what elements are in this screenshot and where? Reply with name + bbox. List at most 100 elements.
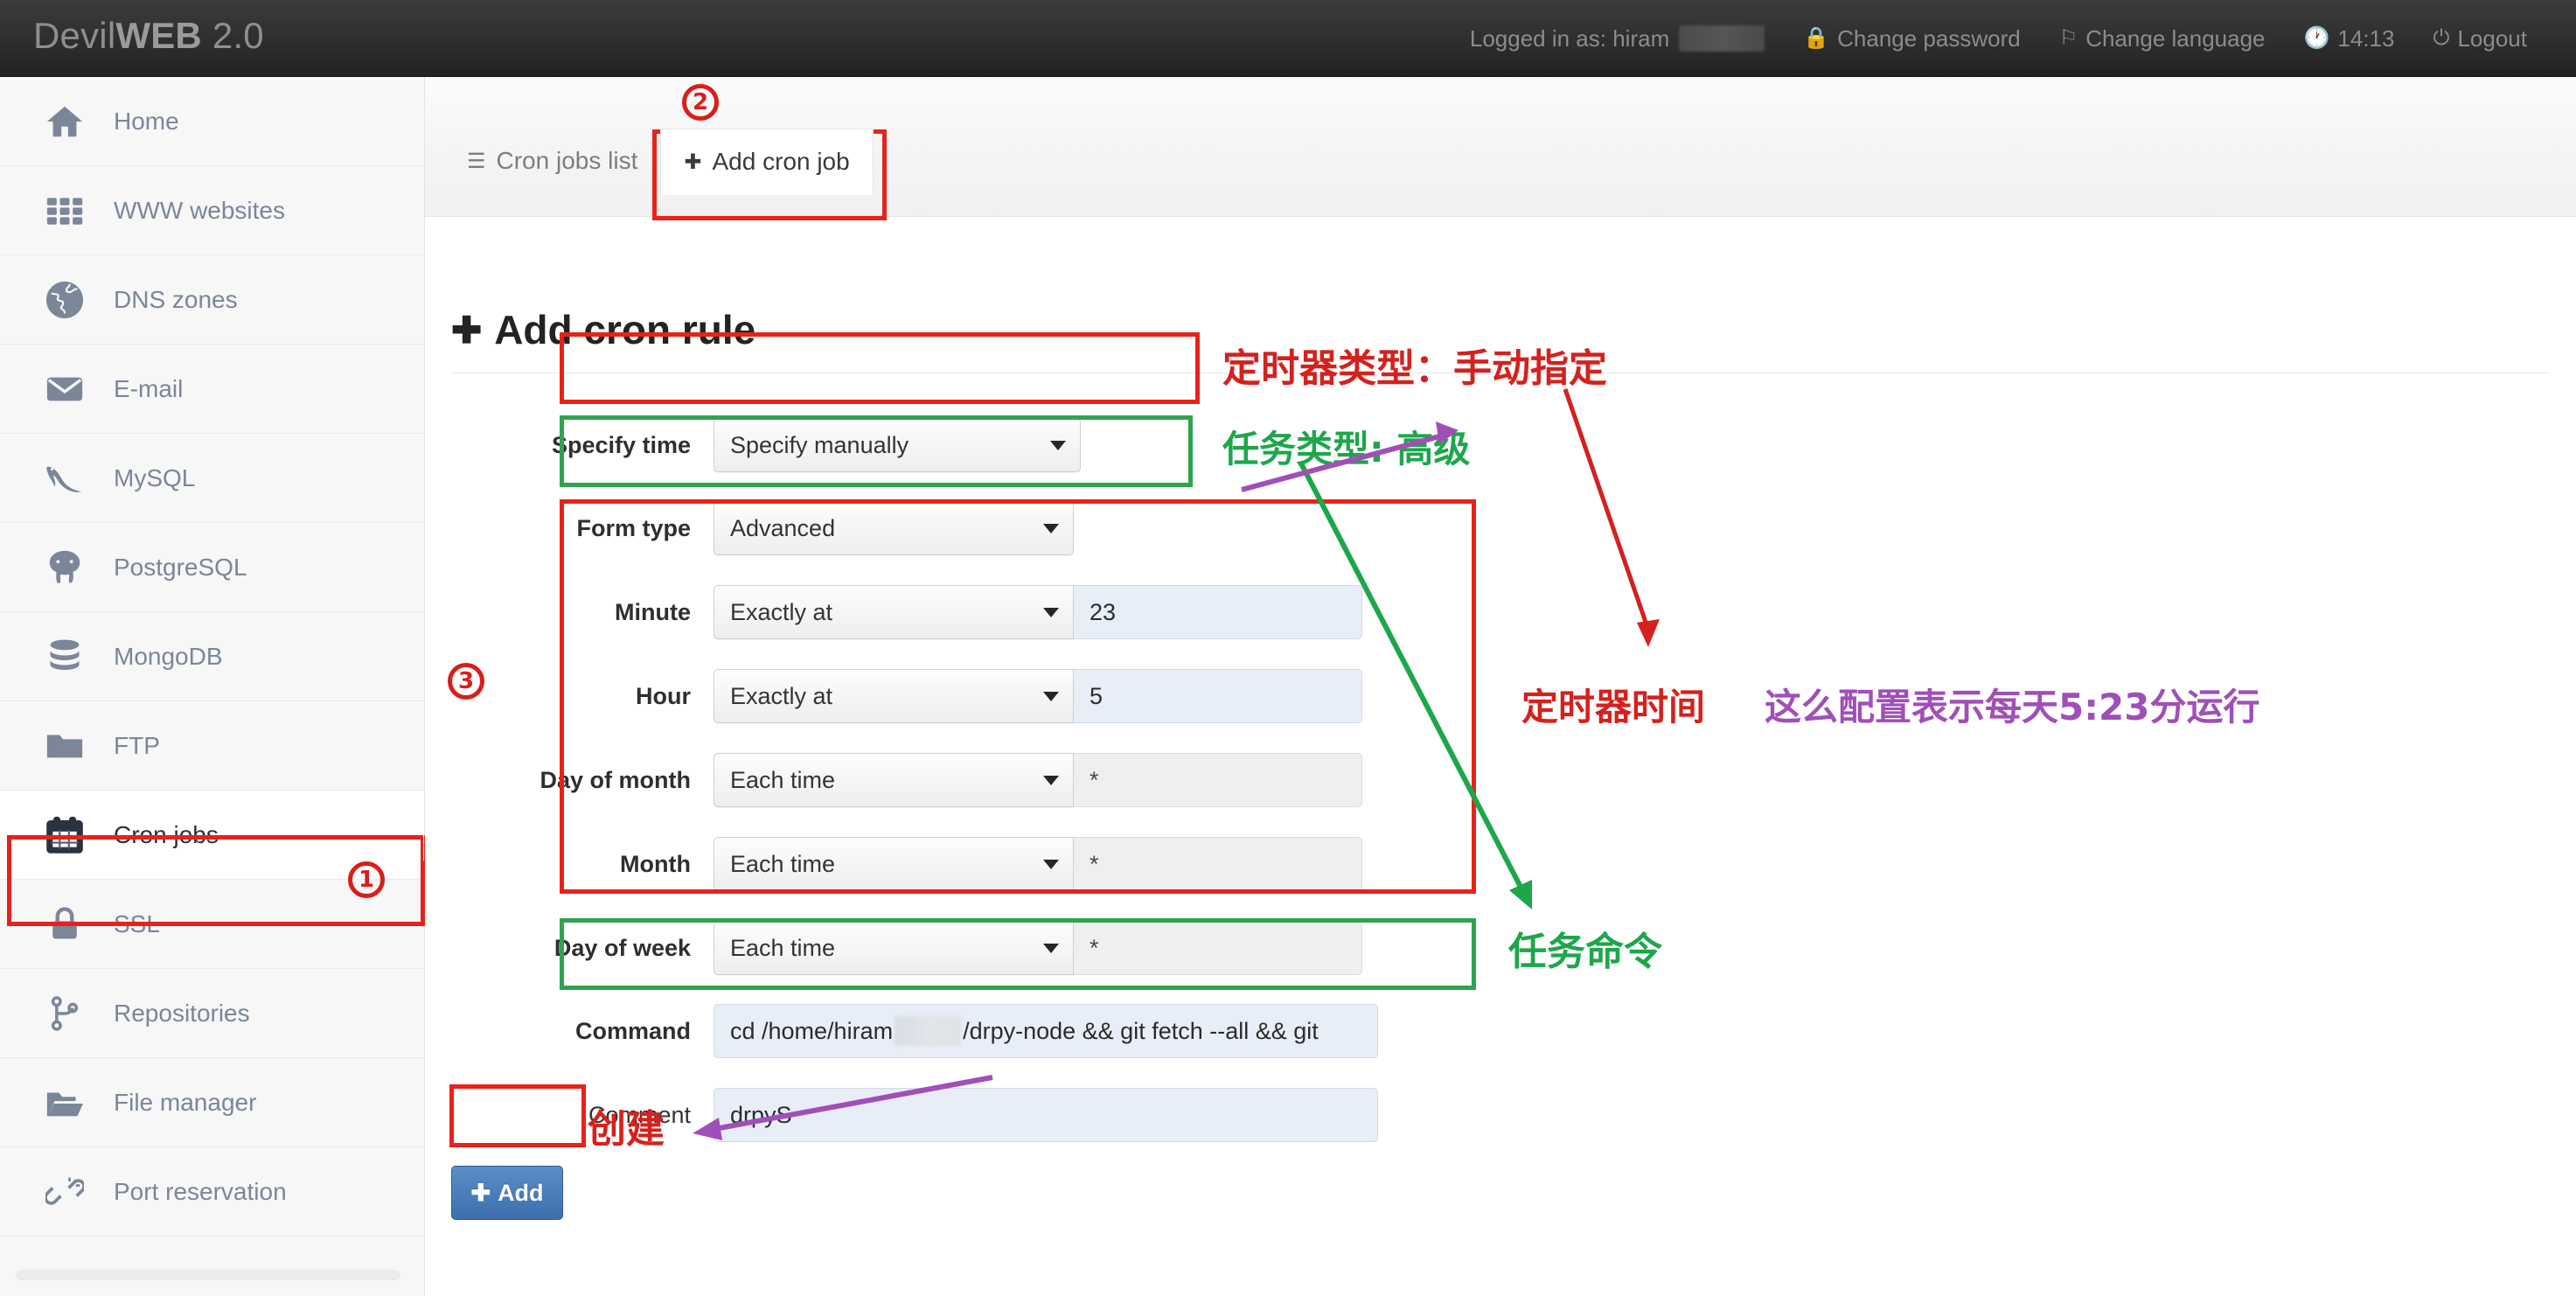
select-form-type-value: Advanced [730, 514, 836, 541]
input-hour-value[interactable]: 5 [1074, 669, 1362, 723]
select-hour-mode[interactable]: Exactly at [714, 669, 1074, 723]
command-redaction [895, 1016, 962, 1046]
label-hour: Hour [636, 682, 691, 709]
select-specify-time[interactable]: Specify manually [714, 418, 1081, 472]
select-minute-mode[interactable]: Exactly at [714, 585, 1074, 639]
chevron-down-icon [1043, 607, 1059, 617]
grid-icon [42, 188, 87, 233]
clock-label: 14:13 [2337, 25, 2395, 52]
sidebar-item-mysql[interactable]: MySQL [0, 434, 424, 523]
sidebar-item-www-websites[interactable]: WWW websites [0, 166, 424, 255]
sidebar-item-dns-zones[interactable]: DNS zones [0, 255, 424, 345]
note-timer-time: 定时器时间 [1521, 686, 1706, 728]
step-marker-2: 2 [682, 84, 719, 121]
select-day-of-month-mode-value: Each time [730, 766, 836, 793]
username-redaction [1679, 25, 1765, 52]
sidebar-label-repositories: Repositories [114, 999, 250, 1027]
header-nav: Logged in as: hiram 🔒 Change password ⚐ … [1451, 0, 2546, 77]
calendar-icon [42, 812, 87, 858]
select-specify-time-value: Specify manually [730, 431, 909, 458]
sidebar-label-home: Home [114, 107, 179, 135]
logged-in-label: Logged in as: hiram [1469, 25, 1670, 52]
sidebar-item-postgresql[interactable]: PostgreSQL [0, 523, 424, 612]
sidebar-label-ftp: FTP [114, 731, 160, 759]
form-row-day-of-month: Day of month Each time * [451, 753, 1362, 807]
chevron-down-icon [1043, 691, 1059, 701]
server-clock: 🕐 14:13 [2285, 0, 2414, 77]
tab-label-add-cron-job: Add cron job [712, 148, 850, 175]
top-header-bar: DevilWEB 2.0 Logged in as: hiram 🔒 Chang… [0, 0, 2576, 77]
brand-regular: Devil [33, 15, 116, 56]
label-minute: Minute [615, 598, 691, 625]
power-icon: ⏻ [2433, 26, 2450, 50]
note-timer-type: 定时器类型：手动指定 [1222, 346, 1607, 391]
add-button-label: Add [498, 1179, 544, 1206]
input-comment[interactable]: drpyS [714, 1088, 1378, 1142]
sidebar-label-postgresql: PostgreSQL [114, 553, 247, 581]
input-month-value: * [1074, 837, 1362, 891]
logged-in-user: Logged in as: hiram [1451, 0, 1784, 77]
form-row-month: Month Each time * [451, 837, 1362, 891]
flag-icon: ⚐ [2058, 26, 2078, 50]
form-row-minute: Minute Exactly at 23 [451, 585, 1362, 639]
sidebar-item-repositories[interactable]: Repositories [0, 969, 424, 1058]
form-row-form-type: Form type Advanced [451, 501, 1074, 555]
sidebar-label-file-manager: File manager [114, 1088, 257, 1116]
select-day-of-month-mode[interactable]: Each time [714, 753, 1074, 807]
folder-open-icon [42, 1080, 87, 1125]
sidebar-item-email[interactable]: E-mail [0, 345, 424, 434]
form-row-hour: Hour Exactly at 5 [451, 669, 1362, 723]
tab-add-cron-job[interactable]: ✚ Add cron job [660, 129, 874, 195]
sidebar-item-home[interactable]: Home [0, 77, 424, 166]
dolphin-icon [42, 456, 87, 501]
select-hour-mode-value: Exactly at [730, 682, 833, 709]
app-brand[interactable]: DevilWEB 2.0 [33, 15, 264, 57]
folder-icon [42, 723, 87, 769]
step-marker-3: 3 [448, 663, 484, 700]
sidebar-item-ftp[interactable]: FTP [0, 701, 424, 791]
input-day-of-week-value: * [1074, 921, 1362, 975]
clock-icon: 🕐 [2303, 26, 2330, 50]
logout-link[interactable]: ⏻ Logout [2413, 0, 2546, 77]
select-minute-mode-value: Exactly at [730, 598, 833, 625]
sidebar-item-mongodb[interactable]: MongoDB [0, 612, 424, 701]
logout-label: Logout [2457, 25, 2527, 52]
sidebar-label-dns-zones: DNS zones [114, 285, 238, 313]
note-task-command: 任务命令 [1508, 930, 1662, 974]
select-form-type[interactable]: Advanced [714, 501, 1074, 555]
sidebar-label-mysql: MySQL [114, 463, 196, 491]
sidebar-label-www-websites: WWW websites [114, 196, 285, 224]
input-command[interactable]: cd /home/hiram/drpy-node && git fetch --… [714, 1004, 1378, 1058]
padlock-icon [42, 902, 87, 947]
change-language-link[interactable]: ⚐ Change language [2040, 0, 2285, 77]
broken-chain-icon [42, 1169, 87, 1215]
select-day-of-week-mode-value: Each time [730, 934, 836, 961]
chevron-down-icon [1043, 943, 1059, 953]
add-button[interactable]: ✚ Add [451, 1166, 563, 1220]
sidebar-nav[interactable]: Home WWW websites DNS zones E-mail MySQL [0, 77, 425, 1296]
command-prefix: cd /home/hiram [730, 1017, 894, 1044]
label-month: Month [620, 850, 691, 877]
plus-icon: ✚ [684, 150, 702, 174]
select-day-of-week-mode[interactable]: Each time [714, 921, 1074, 975]
select-month-mode[interactable]: Each time [714, 837, 1074, 891]
form-row-specify-time: Specify time Specify manually [451, 418, 1081, 472]
label-comment: Comment [588, 1101, 691, 1128]
envelope-icon [42, 366, 87, 412]
form-row-command: Command cd /home/hiram/drpy-node && git … [451, 1004, 1378, 1058]
chevron-down-icon [1043, 859, 1059, 869]
elephant-icon [42, 545, 87, 590]
command-suffix: /drpy-node && git fetch --all && git [963, 1017, 1319, 1044]
change-password-label: Change password [1837, 25, 2021, 52]
change-password-link[interactable]: 🔒 Change password [1784, 0, 2039, 77]
sidebar-item-port-reservation[interactable]: Port reservation [0, 1147, 424, 1237]
sidebar-item-file-manager[interactable]: File manager [0, 1058, 424, 1147]
note-schedule-desc: 这么配置表示每天5:23分运行 [1765, 686, 2260, 728]
sidebar-horizontal-scrollbar[interactable] [16, 1270, 400, 1280]
sidebar-label-email: E-mail [114, 374, 184, 402]
brand-bold: WEB [115, 15, 202, 56]
input-minute-value[interactable]: 23 [1074, 585, 1362, 639]
code-branch-icon [42, 991, 87, 1036]
sidebar-label-port-reservation: Port reservation [114, 1177, 287, 1205]
label-command: Command [574, 1017, 691, 1044]
